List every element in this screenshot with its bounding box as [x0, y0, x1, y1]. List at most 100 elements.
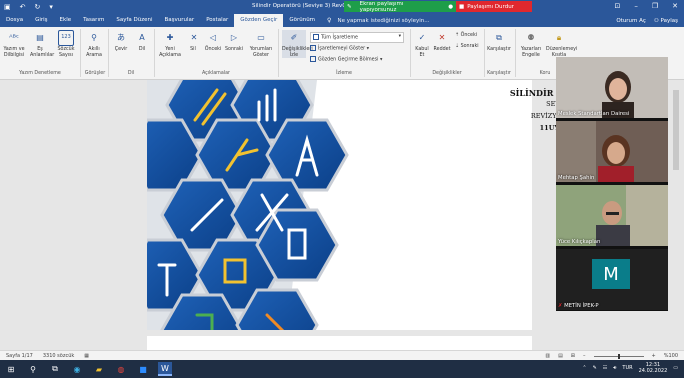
scrollbar-thumb[interactable]	[673, 90, 679, 170]
pin-icon[interactable]: ✎	[347, 4, 352, 10]
block-authors-button[interactable]: ⚉ Yazarları Engelle	[518, 30, 544, 58]
close-icon[interactable]: ✕	[672, 2, 678, 10]
word-count[interactable]: 3310 sözcük	[43, 353, 74, 359]
tab-basvurular[interactable]: Başvurular	[159, 14, 201, 27]
spelling-button[interactable]: ᴬᴮᶜ Yazım ve Dilbilgisi	[3, 30, 25, 58]
notifications-icon[interactable]: ▭	[673, 365, 678, 371]
window-controls: ⊡ – ❐ ✕	[614, 2, 678, 10]
participant-tile[interactable]: Mehtap Şahin	[556, 121, 668, 182]
vertical-scrollbar[interactable]	[671, 80, 681, 350]
participant-tile[interactable]: M ✗ METİN İPEK-P	[556, 249, 668, 310]
word-count-icon: 123	[58, 30, 74, 46]
maximize-icon[interactable]: ❐	[652, 2, 658, 10]
ribbon-display-icon[interactable]: ⊡	[614, 2, 620, 10]
share-button[interactable]: ⚇ Paylaş	[654, 18, 678, 24]
show-hidden-icon[interactable]: ⌃	[582, 365, 586, 371]
track-changes-button[interactable]: ✐ Değişiklikleri İzle	[282, 30, 313, 58]
previous-comment-icon: ◁	[209, 33, 217, 43]
markup-icon	[313, 34, 319, 40]
undo-icon[interactable]: ↶	[20, 2, 26, 12]
compare-button[interactable]: ⧉ Karşılaştır	[486, 30, 512, 53]
previous-change-icon: ⇡	[455, 33, 460, 38]
zoom-slider[interactable]	[593, 353, 644, 359]
tab-giris[interactable]: Giriş	[29, 14, 53, 27]
reviewing-pane-icon	[310, 56, 316, 62]
pen-icon[interactable]: ✎	[593, 365, 597, 371]
quick-access-toolbar: ▣ ↶ ↻ ▾	[4, 2, 53, 12]
translate-button[interactable]: あ Çevir	[112, 30, 130, 53]
chrome-icon[interactable]: ◍	[114, 362, 128, 376]
account-area: Oturum Aç ⚇ Paylaş	[616, 18, 684, 24]
next-change-button[interactable]: ⇣ Sonraki	[455, 44, 479, 49]
show-comments-button[interactable]: ▭ Yorumları Göster	[248, 30, 274, 58]
thesaurus-button[interactable]: ▤ Eş Anlamlılar	[30, 30, 54, 58]
next-comment-button[interactable]: ▷ Sonraki	[224, 30, 244, 53]
tab-tasarim[interactable]: Tasarım	[77, 14, 110, 27]
accept-button[interactable]: ✓ Kabul Et	[413, 30, 431, 58]
network-icon[interactable]: ☷	[603, 365, 607, 371]
share-notice: ✎ Ekran paylaşımı yapıyorsunuz ●	[344, 1, 456, 13]
language-tray-icon[interactable]: TUR	[622, 365, 632, 371]
language-button[interactable]: A Dil	[134, 30, 150, 53]
smart-lookup-button[interactable]: ⚲ Akıllı Arama	[84, 30, 104, 58]
save-icon[interactable]: ▣	[4, 2, 11, 12]
block-authors-icon: ⚉	[527, 33, 535, 43]
markup-dropdown[interactable]: Tüm İşaretleme ▾	[310, 32, 404, 43]
tell-me-input[interactable]: Ne yapmak istediğinizi söyleyin...	[337, 18, 429, 24]
tab-postalar[interactable]: Postalar	[200, 14, 234, 27]
document-page[interactable]: SİLİNDİR OPERATÖRÜ SEVİYE 3 REVİZYON NO:…	[147, 80, 614, 330]
customize-icon[interactable]: ▾	[49, 2, 53, 12]
proofing-icon[interactable]: ▦	[84, 353, 89, 359]
clock[interactable]: 12:31 24.02.2022	[639, 362, 668, 374]
previous-change-button[interactable]: ⇡ Önceki	[455, 33, 477, 38]
windows-start-icon[interactable]: ⊞	[4, 362, 18, 376]
stop-share-button[interactable]: ■ Paylaşımı Durdur	[456, 1, 532, 12]
reject-button[interactable]: ✕ Reddet	[433, 30, 451, 53]
delete-comment-button[interactable]: ✕ Sil	[186, 30, 200, 53]
edge-icon[interactable]: ◉	[70, 362, 84, 376]
participant-name: Mehtap Şahin	[558, 175, 595, 181]
word-count-button[interactable]: 123 Sözcük Sayısı	[55, 30, 77, 58]
language-icon: A	[139, 33, 145, 43]
zoom-level[interactable]: %100	[664, 353, 678, 359]
avatar: M	[592, 259, 630, 289]
word-app-icon[interactable]: W	[158, 362, 172, 376]
group-izleme: İzleme	[336, 71, 352, 76]
accept-icon: ✓	[418, 33, 426, 43]
tab-dosya[interactable]: Dosya	[0, 14, 29, 27]
reviewing-pane-button[interactable]: Gözden Geçirme Bölmesi ▾	[310, 56, 382, 63]
tab-gozden-gecir[interactable]: Gözden Geçir	[234, 14, 284, 27]
group-aciklamalar: Açıklamalar	[201, 71, 231, 76]
status-bar: Sayfa 1/17 3310 sözcük ▦ ▥ ▤ ⊞ – + %100	[0, 350, 684, 360]
participant-tile[interactable]: Meslek Standartları Dairesi	[556, 57, 668, 118]
zoom-out-icon[interactable]: –	[583, 353, 586, 359]
tab-sayfa-duzeni[interactable]: Sayfa Düzeni	[110, 14, 158, 27]
speaker-icon[interactable]: 🔊︎	[613, 365, 616, 371]
zoom-in-icon[interactable]: +	[652, 353, 656, 359]
page-indicator[interactable]: Sayfa 1/17	[6, 353, 33, 359]
tab-ekle[interactable]: Ekle	[54, 14, 78, 27]
read-mode-icon[interactable]: ▥	[545, 353, 550, 359]
previous-comment-button[interactable]: ◁ Önceki	[204, 30, 222, 53]
delete-comment-icon: ✕	[190, 33, 198, 43]
file-explorer-icon[interactable]: ▰	[92, 362, 106, 376]
next-page[interactable]	[147, 336, 532, 350]
redo-icon[interactable]: ↻	[35, 2, 41, 12]
participant-name: ✗ METİN İPEK-P	[558, 303, 599, 309]
search-icon[interactable]: ⚲	[26, 362, 40, 376]
show-markup-button[interactable]: İşaretlemeyi Göster ▾	[310, 45, 369, 52]
participant-video	[556, 57, 668, 118]
group-degisiklikler: Değişiklikler	[432, 71, 462, 76]
web-layout-icon[interactable]: ⊞	[571, 353, 575, 359]
group-gorusler: Görüşler	[84, 71, 106, 76]
restrict-editing-button[interactable]: 🔒︎ Düzenlemeyi Kısıtla	[546, 30, 577, 58]
print-layout-icon[interactable]: ▤	[558, 353, 563, 359]
tab-gorunum[interactable]: Görünüm	[283, 14, 321, 27]
sign-in-link[interactable]: Oturum Aç	[616, 18, 646, 24]
minimize-icon[interactable]: –	[634, 2, 638, 10]
task-view-icon[interactable]: ⧉	[48, 362, 62, 376]
ribbon-tabs: Dosya Giriş Ekle Tasarım Sayfa Düzeni Ba…	[0, 14, 684, 27]
participant-tile[interactable]: Yüce Kılıçkaplan	[556, 185, 668, 246]
new-comment-button[interactable]: ✚ Yeni Açıklama	[158, 30, 182, 58]
zoom-app-icon[interactable]: ■	[136, 362, 150, 376]
